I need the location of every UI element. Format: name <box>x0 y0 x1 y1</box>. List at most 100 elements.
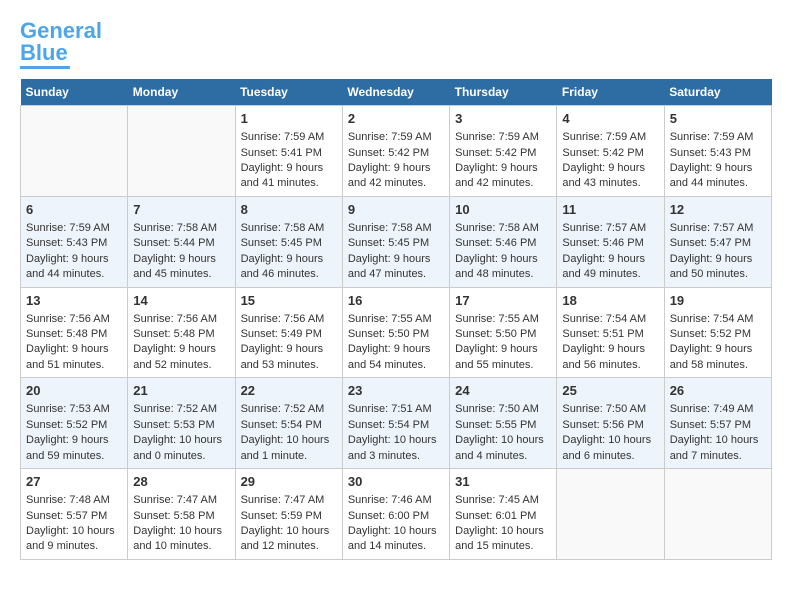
day-number: 22 <box>241 382 337 400</box>
day-info: Sunset: 5:42 PM <box>455 146 551 161</box>
day-number: 17 <box>455 292 551 310</box>
day-number: 18 <box>562 292 658 310</box>
day-info: Sunset: 5:52 PM <box>670 327 766 342</box>
logo-underline <box>20 66 70 69</box>
day-info: Daylight: 9 hours and 46 minutes. <box>241 252 337 283</box>
day-number: 7 <box>133 201 229 219</box>
day-info: Sunrise: 7:56 AM <box>133 312 229 327</box>
calendar-cell: 2Sunrise: 7:59 AMSunset: 5:42 PMDaylight… <box>342 106 449 197</box>
day-info: Sunset: 5:51 PM <box>562 327 658 342</box>
day-info: Daylight: 9 hours and 42 minutes. <box>455 161 551 192</box>
day-info: Daylight: 10 hours and 10 minutes. <box>133 524 229 555</box>
day-info: Sunset: 5:54 PM <box>348 418 444 433</box>
logo-blue: Blue <box>20 40 68 65</box>
day-info: Sunrise: 7:52 AM <box>241 402 337 417</box>
calendar-cell: 11 Sunrise: 7:57 AMSunset: 5:46 PMDayligh… <box>557 196 664 287</box>
day-info: Sunset: 5:56 PM <box>562 418 658 433</box>
calendar-table: SundayMondayTuesdayWednesdayThursdayFrid… <box>20 79 772 560</box>
day-info: Daylight: 9 hours and 58 minutes. <box>670 342 766 373</box>
calendar-cell <box>21 106 128 197</box>
day-info: Sunset: 5:50 PM <box>455 327 551 342</box>
day-info: Sunrise: 7:59 AM <box>562 130 658 145</box>
day-info: Sunrise: 7:58 AM <box>241 221 337 236</box>
day-info: Daylight: 9 hours and 47 minutes. <box>348 252 444 283</box>
calendar-cell: 13Sunrise: 7:56 AMSunset: 5:48 PMDayligh… <box>21 287 128 378</box>
weekday-header-friday: Friday <box>557 79 664 106</box>
calendar-cell: 9Sunrise: 7:58 AMSunset: 5:45 PMDaylight… <box>342 196 449 287</box>
calendar-cell: 18Sunrise: 7:54 AMSunset: 5:51 PMDayligh… <box>557 287 664 378</box>
calendar-cell: 28Sunrise: 7:47 AMSunset: 5:58 PMDayligh… <box>128 469 235 560</box>
calendar-cell: 7Sunrise: 7:58 AMSunset: 5:44 PMDaylight… <box>128 196 235 287</box>
page-header: General Blue <box>20 20 772 69</box>
day-info: Sunrise: 7:56 AM <box>241 312 337 327</box>
calendar-cell: 12Sunrise: 7:57 AMSunset: 5:47 PMDayligh… <box>664 196 771 287</box>
calendar-week-row: 20Sunrise: 7:53 AMSunset: 5:52 PMDayligh… <box>21 378 772 469</box>
day-info: Daylight: 9 hours and 41 minutes. <box>241 161 337 192</box>
day-number: 10 <box>455 201 551 219</box>
day-info: Daylight: 10 hours and 15 minutes. <box>455 524 551 555</box>
logo: General Blue <box>20 20 102 69</box>
calendar-cell: 21Sunrise: 7:52 AMSunset: 5:53 PMDayligh… <box>128 378 235 469</box>
weekday-header-row: SundayMondayTuesdayWednesdayThursdayFrid… <box>21 79 772 106</box>
day-number: 31 <box>455 473 551 491</box>
day-number: 12 <box>670 201 766 219</box>
calendar-cell: 14Sunrise: 7:56 AMSunset: 5:48 PMDayligh… <box>128 287 235 378</box>
day-info: Daylight: 10 hours and 4 minutes. <box>455 433 551 464</box>
day-info: Sunset: 5:41 PM <box>241 146 337 161</box>
day-info: Daylight: 9 hours and 42 minutes. <box>348 161 444 192</box>
day-info: Daylight: 9 hours and 54 minutes. <box>348 342 444 373</box>
day-info: Sunrise: 7:59 AM <box>670 130 766 145</box>
calendar-cell: 29Sunrise: 7:47 AMSunset: 5:59 PMDayligh… <box>235 469 342 560</box>
day-info: Sunrise: 7:50 AM <box>455 402 551 417</box>
day-info: Sunset: 5:43 PM <box>26 236 122 251</box>
calendar-cell <box>557 469 664 560</box>
day-info: Daylight: 10 hours and 1 minute. <box>241 433 337 464</box>
day-number: 11 <box>562 201 658 219</box>
day-number: 19 <box>670 292 766 310</box>
day-info: Daylight: 9 hours and 52 minutes. <box>133 342 229 373</box>
day-number: 26 <box>670 382 766 400</box>
day-number: 9 <box>348 201 444 219</box>
calendar-cell: 22 Sunrise: 7:52 AMSunset: 5:54 PMDayligh… <box>235 378 342 469</box>
day-number: 27 <box>26 473 122 491</box>
day-info: Sunset: 5:42 PM <box>348 146 444 161</box>
day-info: Sunset: 5:57 PM <box>670 418 766 433</box>
calendar-cell: 31Sunrise: 7:45 AMSunset: 6:01 PMDayligh… <box>450 469 557 560</box>
day-info: Sunrise: 7:50 AM <box>562 402 658 417</box>
day-info: Sunrise: 7:48 AM <box>26 493 122 508</box>
calendar-cell: 25Sunrise: 7:50 AMSunset: 5:56 PMDayligh… <box>557 378 664 469</box>
calendar-cell: 19Sunrise: 7:54 AMSunset: 5:52 PMDayligh… <box>664 287 771 378</box>
day-info: Sunset: 5:54 PM <box>241 418 337 433</box>
day-info: Sunrise: 7:57 AM <box>562 221 658 236</box>
day-info: Sunset: 5:53 PM <box>133 418 229 433</box>
calendar-cell: 5Sunrise: 7:59 AMSunset: 5:43 PMDaylight… <box>664 106 771 197</box>
day-number: 13 <box>26 292 122 310</box>
calendar-cell: 4Sunrise: 7:59 AMSunset: 5:42 PMDaylight… <box>557 106 664 197</box>
calendar-cell: 8Sunrise: 7:58 AMSunset: 5:45 PMDaylight… <box>235 196 342 287</box>
calendar-week-row: 13Sunrise: 7:56 AMSunset: 5:48 PMDayligh… <box>21 287 772 378</box>
day-info: Daylight: 9 hours and 45 minutes. <box>133 252 229 283</box>
day-info: Daylight: 9 hours and 55 minutes. <box>455 342 551 373</box>
day-info: Sunrise: 7:54 AM <box>562 312 658 327</box>
calendar-cell: 15Sunrise: 7:56 AMSunset: 5:49 PMDayligh… <box>235 287 342 378</box>
day-info: Sunset: 5:46 PM <box>562 236 658 251</box>
day-number: 23 <box>348 382 444 400</box>
weekday-header-sunday: Sunday <box>21 79 128 106</box>
calendar-week-row: 27Sunrise: 7:48 AMSunset: 5:57 PMDayligh… <box>21 469 772 560</box>
day-info: Sunset: 5:42 PM <box>562 146 658 161</box>
day-info: Sunset: 5:44 PM <box>133 236 229 251</box>
calendar-cell: 20Sunrise: 7:53 AMSunset: 5:52 PMDayligh… <box>21 378 128 469</box>
day-info: Daylight: 9 hours and 49 minutes. <box>562 252 658 283</box>
day-info: Sunset: 5:52 PM <box>26 418 122 433</box>
day-info: Sunrise: 7:52 AM <box>133 402 229 417</box>
calendar-cell: 1Sunrise: 7:59 AMSunset: 5:41 PMDaylight… <box>235 106 342 197</box>
day-info: Daylight: 9 hours and 44 minutes. <box>26 252 122 283</box>
calendar-cell: 3Sunrise: 7:59 AMSunset: 5:42 PMDaylight… <box>450 106 557 197</box>
day-info: Sunrise: 7:46 AM <box>348 493 444 508</box>
calendar-week-row: 6Sunrise: 7:59 AMSunset: 5:43 PMDaylight… <box>21 196 772 287</box>
day-number: 6 <box>26 201 122 219</box>
day-info: Sunrise: 7:49 AM <box>670 402 766 417</box>
day-info: Sunset: 5:46 PM <box>455 236 551 251</box>
calendar-cell: 23Sunrise: 7:51 AMSunset: 5:54 PMDayligh… <box>342 378 449 469</box>
day-info: Sunrise: 7:45 AM <box>455 493 551 508</box>
